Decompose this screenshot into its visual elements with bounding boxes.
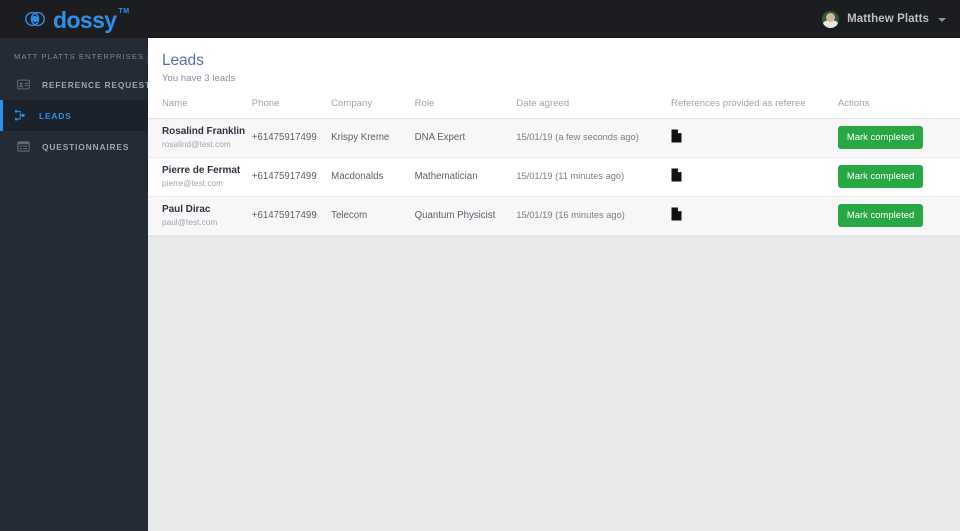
cell-references [670,118,838,158]
column-header-actions: Actions [837,93,960,119]
chevron-down-icon[interactable] [938,18,946,22]
cell-actions: Mark completed [837,196,960,236]
list-window-icon [17,140,30,153]
page-header: Leads You have 3 leads [148,38,960,94]
cell-references [670,157,838,197]
leads-card: Leads You have 3 leads Name Phone Compan… [148,38,960,237]
mark-completed-button[interactable]: Mark completed [837,165,924,188]
cell-company: Macdonalds [331,157,415,197]
cell-references [670,196,838,236]
cell-company: Telecom [331,196,415,236]
cell-actions: Mark completed [837,118,960,158]
column-header-name: Name [148,93,252,119]
table-row[interactable]: Paul Dirac paul@test.com +61475917499 Te… [148,196,960,236]
lead-date-agreed: 15/01/19 (a few seconds ago) [516,132,639,143]
lead-name: Paul Dirac [162,204,211,216]
main-content: Leads You have 3 leads Name Phone Compan… [148,38,960,531]
user-name-label: Matthew Platts [847,13,929,25]
lead-email: rosalind@test.com [162,139,231,149]
sidebar-item-leads[interactable]: LEADS [0,100,148,131]
sidebar-item-questionnaires[interactable]: QUESTIONNAIRES [0,131,148,162]
sidebar-item-label: REFERENCE REQUESTS [42,79,158,90]
lead-phone: +61475917499 [251,210,317,222]
file-document-icon[interactable] [671,129,682,143]
lead-date-agreed: 15/01/19 (16 minutes ago) [516,210,625,221]
cell-name: Pierre de Fermat pierre@test.com [148,157,252,197]
file-document-icon[interactable] [671,168,682,182]
cell-role: Mathematician [414,157,517,197]
cell-name: Paul Dirac paul@test.com [148,196,252,236]
cell-name: Rosalind Franklin rosalind@test.com [148,118,252,158]
lead-role: Quantum Physicist [414,210,496,222]
mark-completed-button[interactable]: Mark completed [837,204,924,227]
sitemap-icon [14,109,27,122]
lead-name: Rosalind Franklin [162,126,246,138]
user-menu[interactable]: Matthew Platts [822,0,946,38]
sidebar-item-label: QUESTIONNAIRES [42,141,130,152]
address-card-icon [17,78,30,91]
organisation-label: MATT PLATTS ENTERPRISES D [14,52,148,61]
cell-date-agreed: 15/01/19 (a few seconds ago) [516,118,671,158]
page-subtitle: You have 3 leads [162,72,236,84]
lead-date-agreed: 15/01/19 (11 minutes ago) [516,171,625,182]
table-body: Rosalind Franklin rosalind@test.com +614… [148,118,960,236]
table-row[interactable]: Rosalind Franklin rosalind@test.com +614… [148,118,960,158]
cell-phone: +61475917499 [251,157,332,197]
brand-name: dossy [53,6,117,33]
lead-phone: +61475917499 [251,132,317,144]
avatar [822,10,840,28]
page-title: Leads [162,52,204,69]
cell-phone: +61475917499 [251,196,332,236]
lead-phone: +61475917499 [251,171,317,183]
top-bar: dossy TM Matthew Platts [0,0,960,38]
mark-completed-button[interactable]: Mark completed [837,126,924,149]
brand-trademark: TM [118,8,130,15]
file-document-icon[interactable] [671,207,682,221]
lead-email: paul@test.com [162,217,218,227]
cell-date-agreed: 15/01/19 (11 minutes ago) [516,157,671,197]
lead-role: DNA Expert [414,132,466,144]
sidebar: MATT PLATTS ENTERPRISES D REFERENCE REQU… [0,38,157,531]
cell-role: Quantum Physicist [414,196,517,236]
lead-email: pierre@test.com [162,178,223,188]
table-header-row: Name Phone Company Role Date agreed Refe… [148,93,960,119]
cell-date-agreed: 15/01/19 (16 minutes ago) [516,196,671,236]
table-header: Name Phone Company Role Date agreed Refe… [148,93,960,119]
sidebar-item-label: LEADS [39,110,72,121]
column-header-references: References provided as referee [670,93,838,119]
cell-company: Krispy Kreme [331,118,415,158]
lead-company: Macdonalds [331,171,384,183]
cell-role: DNA Expert [414,118,517,158]
brand-logo-link[interactable]: dossy TM [24,0,130,38]
leads-table: Name Phone Company Role Date agreed Refe… [148,93,960,236]
lead-company: Krispy Kreme [331,132,390,144]
sidebar-item-reference-requests[interactable]: REFERENCE REQUESTS [0,69,157,100]
lead-name: Pierre de Fermat [162,165,241,177]
dossy-circles-logo-icon [24,8,46,30]
table-row[interactable]: Pierre de Fermat pierre@test.com +614759… [148,157,960,197]
column-header-phone: Phone [251,93,332,119]
column-header-role: Role [414,93,517,119]
cell-phone: +61475917499 [251,118,332,158]
column-header-company: Company [331,93,415,119]
column-header-date-agreed: Date agreed [516,93,671,119]
cell-actions: Mark completed [837,157,960,197]
lead-company: Telecom [331,210,368,222]
lead-role: Mathematician [414,171,478,183]
